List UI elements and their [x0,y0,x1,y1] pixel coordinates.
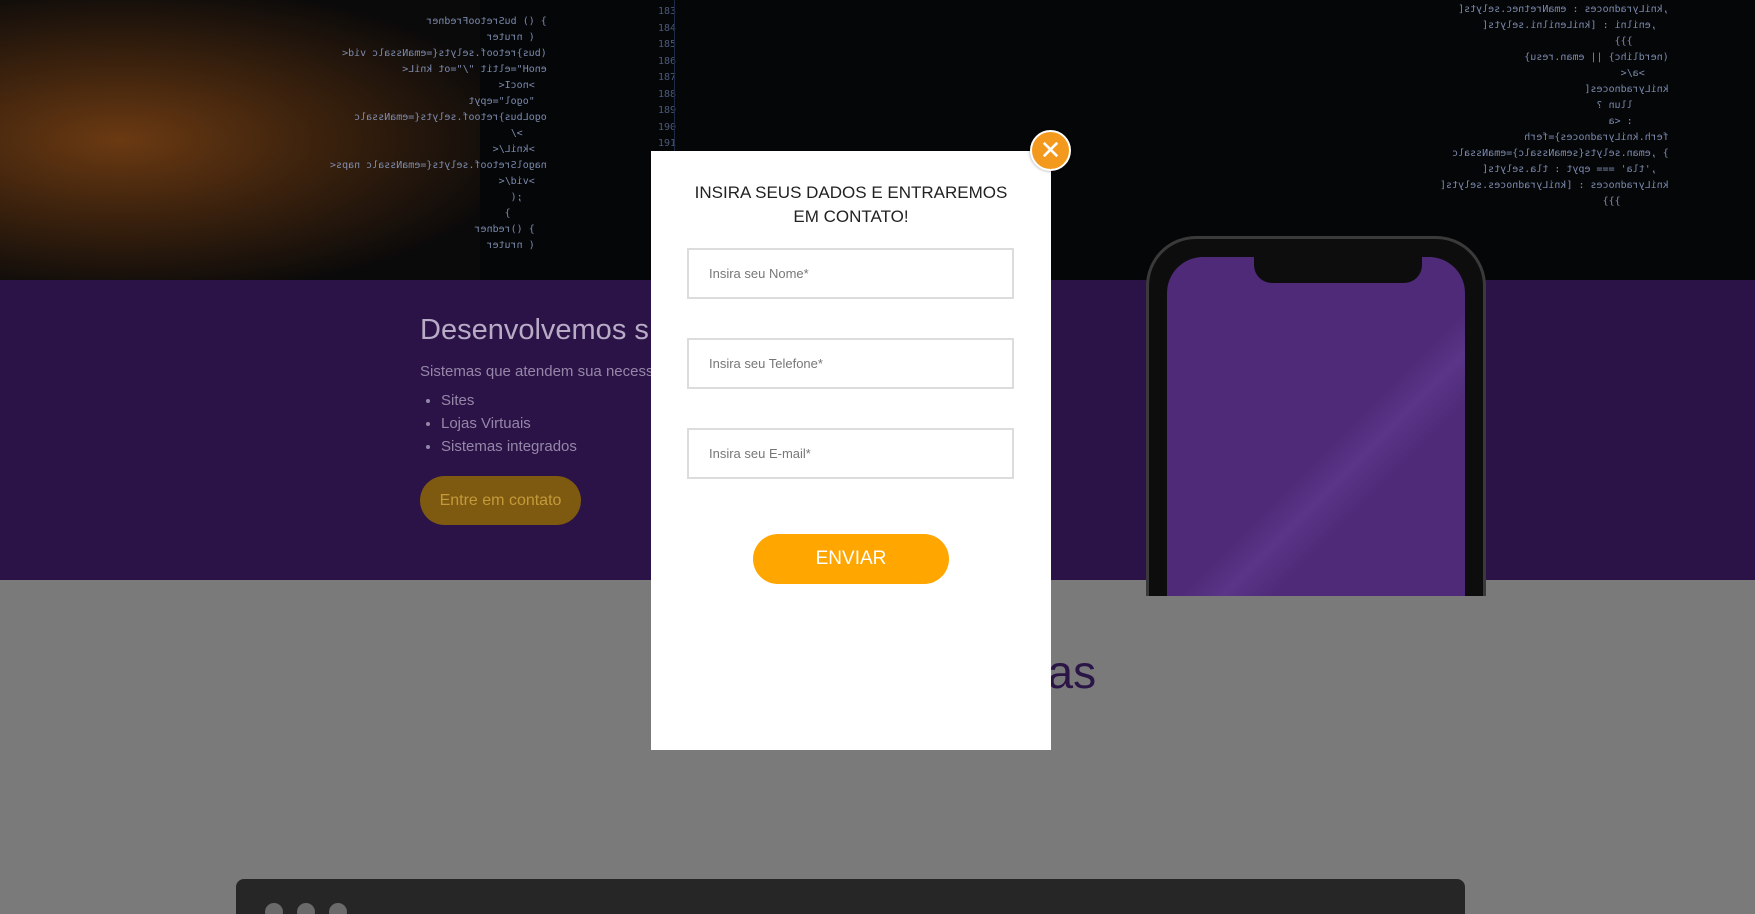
phone-input[interactable] [687,338,1014,389]
close-icon[interactable]: ✕ [1030,130,1071,171]
email-input[interactable] [687,428,1014,479]
name-input[interactable] [687,248,1014,299]
contact-modal: INSIRA SEUS DADOS E ENTRAREMOS EM CONTAT… [651,151,1051,750]
submit-button[interactable]: ENVIAR [753,534,949,584]
modal-heading: INSIRA SEUS DADOS E ENTRAREMOS EM CONTAT… [694,183,1008,226]
